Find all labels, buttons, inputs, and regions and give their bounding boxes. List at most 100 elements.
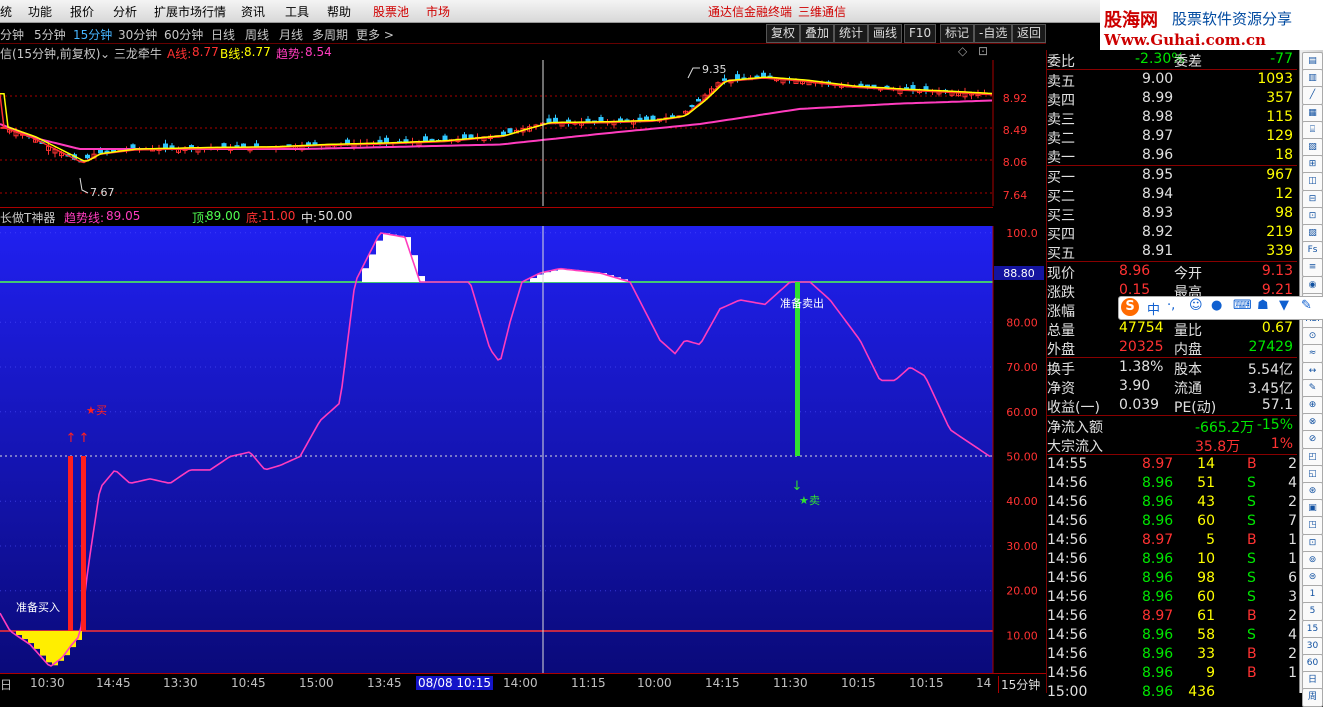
sub-indicator-name[interactable]: 长做T神器 xyxy=(0,209,55,226)
right-tool-button[interactable]: ╱ xyxy=(1302,86,1323,106)
right-tool-button[interactable]: 30 xyxy=(1302,636,1323,656)
right-tool-button[interactable]: 60 xyxy=(1302,654,1323,673)
ime-keyboard-icon[interactable]: ⌨ xyxy=(1233,298,1252,313)
period-more[interactable]: 更多 > xyxy=(356,26,394,43)
back-button[interactable]: 返回 xyxy=(1012,24,1047,43)
ask-volume: 115 xyxy=(1266,109,1293,125)
ime-toolbar[interactable]: S 中 ·, ☺ ● ⌨ ☗ ▼ ✎ xyxy=(1118,296,1323,320)
right-tool-button[interactable]: ⊡ xyxy=(1302,533,1323,553)
ime-logo-icon[interactable]: S xyxy=(1121,298,1139,316)
tick-side: S xyxy=(1247,475,1256,491)
main-price-chart[interactable]: 9.35 7.67 8.92 8.49 8.06 7.64 xyxy=(0,60,1046,206)
right-tool-button[interactable]: ▦ xyxy=(1302,103,1323,123)
period-15min[interactable]: 15分钟 xyxy=(73,26,112,43)
right-tool-button[interactable]: ≈ xyxy=(1302,344,1323,364)
tick-volume: 61 xyxy=(1197,608,1215,624)
candle-body xyxy=(442,135,448,141)
right-tool-button[interactable]: ⊡ xyxy=(1302,206,1323,226)
menu-function[interactable]: 功能 xyxy=(28,3,52,20)
right-tool-button[interactable]: ⊞ xyxy=(1302,155,1323,175)
tick-volume: 60 xyxy=(1197,513,1215,529)
overlay-button[interactable]: 叠加 xyxy=(800,24,835,43)
oversold-bar xyxy=(16,631,22,636)
ime-user-icon[interactable]: ☗ xyxy=(1257,298,1269,313)
tick-volume: 9 xyxy=(1206,665,1215,681)
ime-skin-icon[interactable]: ▼ xyxy=(1279,298,1289,313)
logo-slogan: 股票软件资源分享 xyxy=(1172,10,1293,28)
menu-market[interactable]: 市场 xyxy=(426,3,450,20)
mark-button[interactable]: 标记 xyxy=(940,24,975,43)
menu-quote[interactable]: 报价 xyxy=(70,3,94,20)
menu-tools[interactable]: 工具 xyxy=(285,3,309,20)
right-tool-button[interactable]: 周 xyxy=(1302,688,1323,707)
sub-ytick: 10.00 xyxy=(1006,629,1038,642)
overbought-bar xyxy=(369,254,376,282)
period-month[interactable]: 月线 xyxy=(279,26,303,43)
ime-punct-icon[interactable]: ·, xyxy=(1167,298,1175,313)
right-tool-button[interactable]: 15 xyxy=(1302,619,1323,639)
draw-line-button[interactable]: 画线 xyxy=(868,24,903,43)
period-day[interactable]: 日线 xyxy=(211,26,235,43)
right-tool-button[interactable]: ↔ xyxy=(1302,361,1323,381)
right-tool-button[interactable]: ⊟ xyxy=(1302,189,1323,209)
candle-body xyxy=(85,154,90,159)
menu-help[interactable]: 帮助 xyxy=(327,3,351,20)
tick-price: 8.97 xyxy=(1142,532,1174,548)
period-week[interactable]: 周线 xyxy=(245,26,269,43)
ime-voice-icon[interactable]: ● xyxy=(1211,298,1222,313)
right-tool-button[interactable]: ▨ xyxy=(1302,224,1323,243)
watchlist-button[interactable]: -自选 xyxy=(974,24,1013,43)
right-tool-button[interactable]: ◉ xyxy=(1302,275,1323,295)
right-tool-button[interactable]: ⊗ xyxy=(1302,413,1323,433)
tick-volume: 14 xyxy=(1197,456,1215,472)
period-60min[interactable]: 60分钟 xyxy=(164,26,203,43)
right-tool-button[interactable]: ▥ xyxy=(1302,69,1323,89)
right-tool-button[interactable]: ◳ xyxy=(1302,516,1323,536)
ime-emoji-icon[interactable]: ☺ xyxy=(1189,298,1203,313)
ime-lang-icon[interactable]: 中 xyxy=(1147,299,1160,318)
restore-rights-button[interactable]: 复权 xyxy=(766,24,801,43)
right-tool-button[interactable]: ▤ xyxy=(1302,52,1323,71)
right-tool-button[interactable]: ◱ xyxy=(1302,464,1323,484)
right-tool-button[interactable]: ⌸ xyxy=(1302,120,1323,140)
right-tool-button[interactable]: ▣ xyxy=(1302,499,1323,519)
time-tick: 10:45 xyxy=(231,676,266,690)
ime-tools-icon[interactable]: ✎ xyxy=(1301,298,1312,313)
up-arrow-icon: ↑ xyxy=(79,431,90,446)
f10-button[interactable]: F10 xyxy=(904,24,937,43)
right-tool-button[interactable]: ▧ xyxy=(1302,138,1323,157)
period-multi[interactable]: 多周期 xyxy=(312,26,348,43)
candle-body xyxy=(689,105,695,108)
right-tool-button[interactable]: ⊚ xyxy=(1302,550,1323,570)
right-tool-button[interactable]: ✎ xyxy=(1302,378,1323,398)
stat-value: 3.90 xyxy=(1119,378,1151,394)
statistics-button[interactable]: 统计 xyxy=(834,24,869,43)
stat-label: 净资 xyxy=(1047,381,1075,397)
period-30min[interactable]: 30分钟 xyxy=(118,26,157,43)
menu-system[interactable]: 统 xyxy=(0,3,12,20)
menu-extended-market[interactable]: 扩展市场行情 xyxy=(154,3,226,20)
right-tool-button[interactable]: ⊘ xyxy=(1302,430,1323,450)
tick-side: B xyxy=(1247,456,1257,472)
window-toggle-icon[interactable]: ⊡ xyxy=(978,44,988,58)
right-tool-button[interactable]: ⊕ xyxy=(1302,396,1323,415)
right-tool-button[interactable]: ≡ xyxy=(1302,258,1323,278)
menu-stock-pool[interactable]: 股票池 xyxy=(373,3,409,20)
period-1min[interactable]: 分钟 xyxy=(0,26,24,43)
right-tool-button[interactable]: 5 xyxy=(1302,602,1323,622)
diamond-icon[interactable]: ◇ xyxy=(958,44,967,58)
ask-volume: 18 xyxy=(1275,147,1293,163)
period-indicator[interactable]: 15分钟 xyxy=(998,676,1040,693)
right-tool-button[interactable]: Fs xyxy=(1302,241,1323,261)
menu-news[interactable]: 资讯 xyxy=(241,3,265,20)
right-tool-button[interactable]: 1 xyxy=(1302,585,1323,605)
menu-analysis[interactable]: 分析 xyxy=(113,3,137,20)
right-tool-button[interactable]: ⊜ xyxy=(1302,568,1323,587)
period-5min[interactable]: 5分钟 xyxy=(34,26,66,43)
right-tool-button[interactable]: ◫ xyxy=(1302,172,1323,192)
right-tool-button[interactable]: ◰ xyxy=(1302,447,1323,467)
right-tool-button[interactable]: ⊙ xyxy=(1302,327,1323,347)
t-god-indicator-chart[interactable]: ↑ ↑ ★ 买 ↓ ★ 卖 准备买入 准备卖出 100.0 80.00 70.00 6… xyxy=(0,226,1046,673)
right-tool-button[interactable]: 日 xyxy=(1302,671,1323,691)
right-tool-button[interactable]: ⊛ xyxy=(1302,482,1323,501)
